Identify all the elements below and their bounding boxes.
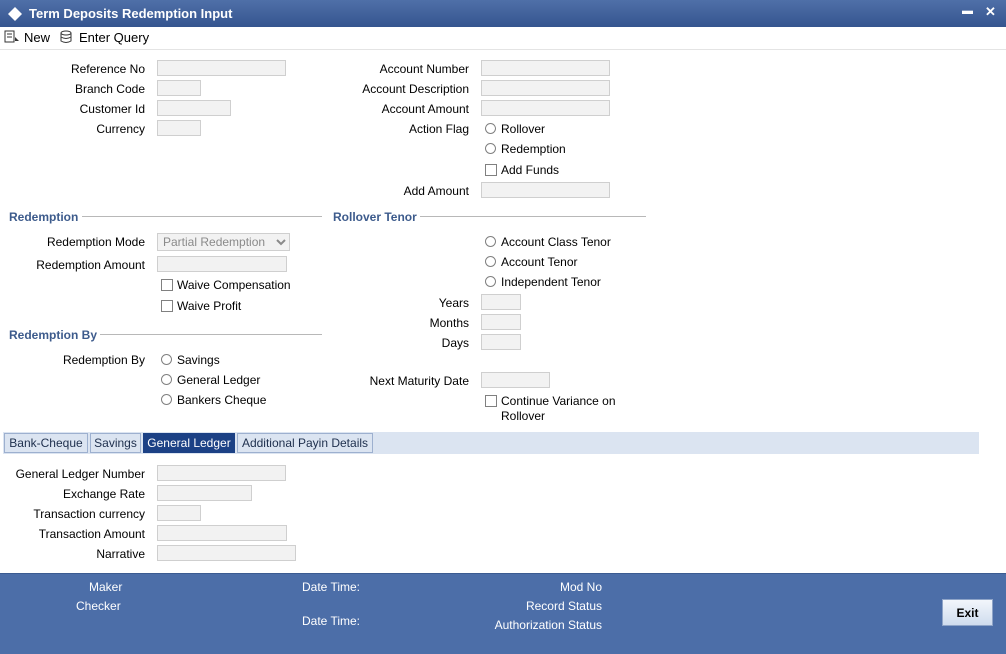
redemption-section-title: Redemption [9, 210, 79, 224]
redemption-mode-label: Redemption Mode [46, 235, 145, 249]
record-status-label: Record Status [525, 599, 602, 613]
next-maturity-date-label: Next Maturity Date [369, 374, 469, 388]
narrative-input[interactable] [157, 545, 296, 561]
account-description-input[interactable] [481, 80, 610, 96]
checker-date-time-label: Date Time: [302, 614, 361, 628]
general-ledger-label: General Ledger [177, 373, 261, 387]
new-label: New [24, 29, 51, 45]
redemption-by-section-title: Redemption By [9, 328, 98, 342]
waive-compensation-checkbox[interactable] [161, 279, 173, 291]
narrative-label: Narrative [96, 547, 145, 561]
transaction-currency-input[interactable] [157, 505, 201, 521]
savings-label: Savings [177, 353, 220, 367]
continue-variance-label-line2: Rollover [501, 409, 546, 423]
tab-savings[interactable]: Savings [90, 433, 141, 453]
branch-code-label: Branch Code [74, 82, 145, 96]
savings-radio[interactable] [161, 354, 172, 365]
enter-query-label: Enter Query [79, 29, 150, 45]
maker-label: Maker [89, 580, 123, 594]
tab-bank-cheque[interactable]: Bank-Cheque [4, 433, 88, 453]
redemption-by-label: Redemption By [62, 353, 145, 367]
years-label: Years [438, 296, 469, 310]
transaction-amount-label: Transaction Amount [38, 527, 145, 541]
redemption-label: Redemption [501, 142, 566, 156]
tab-bar: Bank-Cheque Savings General Ledger Addit… [3, 432, 979, 454]
account-class-tenor-radio[interactable] [485, 236, 496, 247]
exit-button[interactable]: Exit [942, 599, 993, 626]
close-icon[interactable]: ✕ [985, 4, 996, 20]
account-description-label: Account Description [362, 82, 469, 96]
audit-footer: Maker Checker Date Time: Date Time: Mod … [0, 573, 1006, 654]
minimize-icon[interactable]: ▬ [962, 5, 973, 17]
gl-number-label: General Ledger Number [15, 467, 145, 481]
branch-code-input[interactable] [157, 80, 201, 96]
redemption-radio[interactable] [485, 143, 496, 154]
continue-variance-checkbox[interactable] [485, 395, 497, 407]
reference-no-input[interactable] [157, 60, 286, 76]
tab-additional-payin-details[interactable]: Additional Payin Details [237, 433, 373, 453]
redemption-by-section-divider [100, 334, 322, 335]
maker-date-time-label: Date Time: [302, 580, 361, 594]
account-amount-label: Account Amount [381, 102, 469, 116]
diamond-icon [8, 7, 22, 21]
query-icon [60, 30, 72, 43]
action-flag-label: Action Flag [408, 122, 469, 136]
waive-profit-label: Waive Profit [177, 299, 242, 313]
exchange-rate-input[interactable] [157, 485, 252, 501]
checker-label: Checker [76, 599, 121, 613]
general-ledger-radio[interactable] [161, 374, 172, 385]
account-tenor-label: Account Tenor [501, 255, 578, 269]
customer-id-label: Customer Id [79, 102, 145, 116]
currency-input[interactable] [157, 120, 201, 136]
redemption-amount-input[interactable] [157, 256, 287, 272]
independent-tenor-label: Independent Tenor [501, 275, 601, 289]
redemption-amount-label: Redemption Amount [36, 258, 145, 272]
bankers-cheque-label: Bankers Cheque [177, 393, 267, 407]
new-document-icon [4, 30, 19, 43]
independent-tenor-radio[interactable] [485, 276, 496, 287]
account-number-label: Account Number [379, 62, 469, 76]
rollover-tenor-section-title: Rollover Tenor [333, 210, 417, 224]
redemption-mode-select[interactable]: Partial Redemption [157, 233, 290, 251]
rollover-tenor-section-divider [420, 216, 646, 217]
exchange-rate-label: Exchange Rate [62, 487, 145, 501]
enter-query-button[interactable]: Enter Query [59, 27, 149, 47]
toolbar: New Enter Query [0, 27, 1006, 50]
waive-profit-checkbox[interactable] [161, 300, 173, 312]
window-title: Term Deposits Redemption Input [29, 6, 233, 21]
continue-variance-label-line1: Continue Variance on [501, 394, 616, 408]
account-amount-input[interactable] [481, 100, 610, 116]
next-maturity-date-input[interactable] [481, 372, 550, 388]
add-funds-checkbox[interactable] [485, 164, 497, 176]
bankers-cheque-radio[interactable] [161, 394, 172, 405]
years-input[interactable] [481, 294, 521, 310]
reference-no-label: Reference No [70, 62, 145, 76]
transaction-currency-label: Transaction currency [33, 507, 145, 521]
add-amount-input[interactable] [481, 182, 610, 198]
new-button[interactable]: New [4, 27, 50, 47]
months-label: Months [429, 316, 469, 330]
currency-label: Currency [96, 122, 145, 136]
account-tenor-radio[interactable] [485, 256, 496, 267]
add-amount-label: Add Amount [403, 184, 469, 198]
mod-no-label: Mod No [559, 580, 602, 594]
customer-id-input[interactable] [157, 100, 231, 116]
account-class-tenor-label: Account Class Tenor [501, 235, 611, 249]
tab-general-ledger[interactable]: General Ledger [143, 433, 235, 453]
rollover-radio[interactable] [485, 123, 496, 134]
waive-compensation-label: Waive Compensation [177, 278, 291, 292]
rollover-label: Rollover [501, 122, 546, 136]
redemption-section-divider [82, 216, 322, 217]
authorization-status-label: Authorization Status [494, 618, 602, 632]
account-number-input[interactable] [481, 60, 610, 76]
title-bar: Term Deposits Redemption Input ▬ ✕ [0, 0, 1006, 28]
add-funds-label: Add Funds [501, 163, 560, 177]
gl-number-input[interactable] [157, 465, 286, 481]
transaction-amount-input[interactable] [157, 525, 287, 541]
months-input[interactable] [481, 314, 521, 330]
days-input[interactable] [481, 334, 521, 350]
days-label: Days [441, 336, 469, 350]
